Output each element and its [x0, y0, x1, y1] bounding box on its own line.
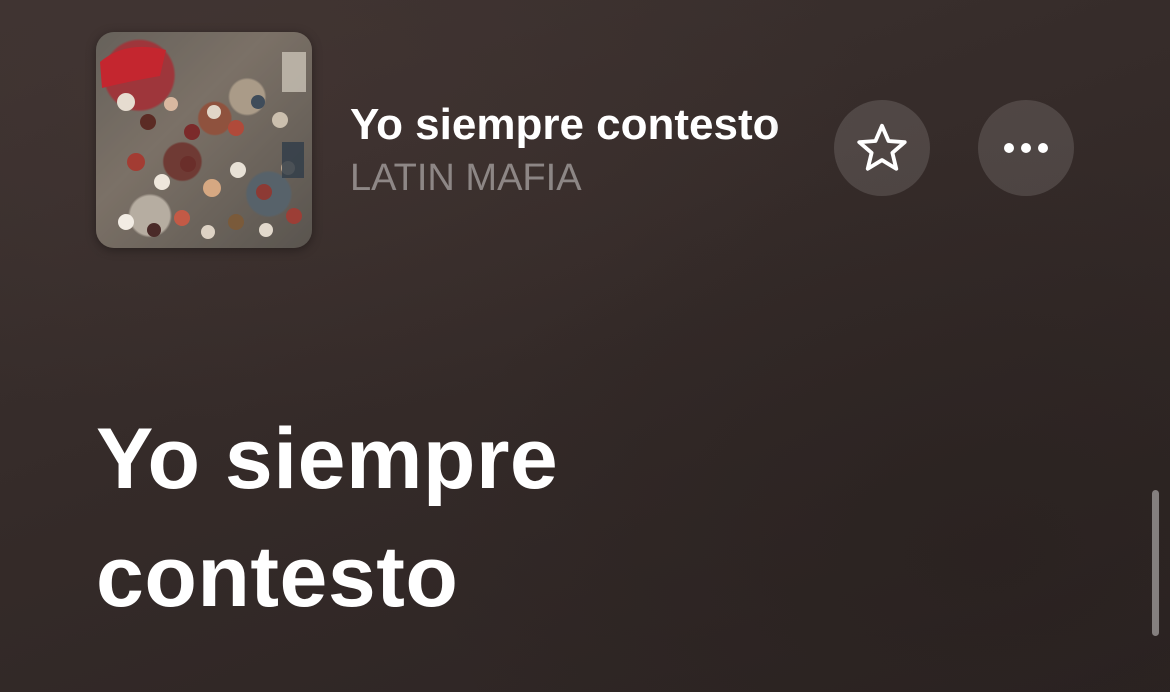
- album-artwork[interactable]: [96, 32, 312, 248]
- lyrics-view[interactable]: Yo siempre contesto: [96, 400, 996, 636]
- ellipsis-icon: [1004, 143, 1048, 153]
- track-info[interactable]: Yo siempre contesto LATIN MAFIA: [350, 98, 830, 202]
- more-options-button[interactable]: [978, 100, 1074, 196]
- track-artist[interactable]: LATIN MAFIA: [350, 154, 830, 202]
- star-outline-icon: [857, 123, 907, 171]
- lyric-line[interactable]: Yo siempre: [96, 400, 996, 518]
- crowd-photo-icon: [96, 32, 312, 248]
- lyric-line[interactable]: contesto: [96, 518, 996, 636]
- scrollbar[interactable]: [1152, 490, 1159, 636]
- favorite-button[interactable]: [834, 100, 930, 196]
- track-title: Yo siempre contesto: [350, 100, 780, 149]
